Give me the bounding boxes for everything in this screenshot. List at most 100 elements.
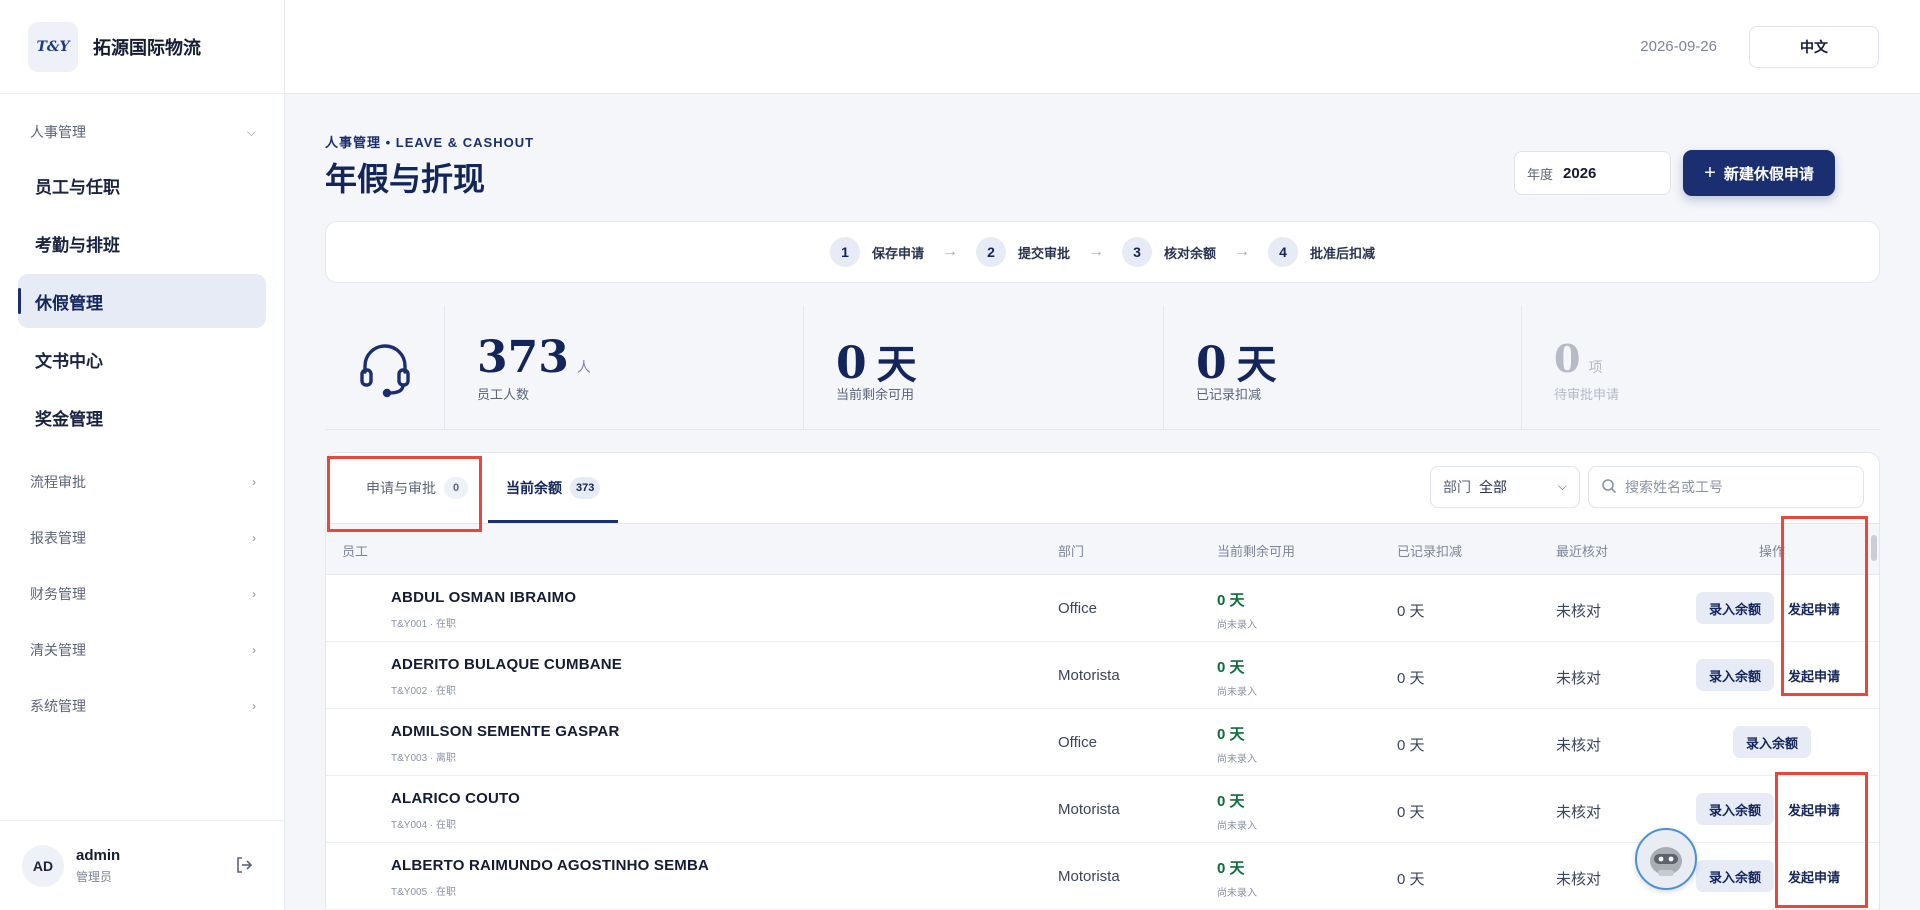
enter-balance-button[interactable]: 录入余额 bbox=[1733, 726, 1812, 758]
step-1: 1 保存申请 bbox=[829, 237, 924, 267]
enter-balance-button[interactable]: 录入余额 bbox=[1696, 793, 1775, 825]
step-label: 核对余额 bbox=[1164, 245, 1217, 261]
department-label: 部门 bbox=[1443, 479, 1471, 495]
sidebar-group-label: 财务管理 bbox=[30, 586, 86, 602]
chevron-right-icon: › bbox=[252, 475, 256, 489]
enter-balance-button[interactable]: 录入余额 bbox=[1696, 860, 1775, 892]
sidebar: T&Y 拓源国际物流 人事管理 ⌵ 员工与任职 考勤与排班 休假管理 文书中心 … bbox=[0, 0, 285, 910]
stat-value: 373 bbox=[477, 332, 569, 383]
sidebar-item-bonus[interactable]: 奖金管理 bbox=[18, 390, 266, 444]
arrow-right-icon: → bbox=[1088, 243, 1104, 260]
topbar: 2026-09-26 中文 bbox=[285, 0, 1920, 94]
department-select[interactable]: 部门 全部 ⌵ bbox=[1430, 466, 1580, 508]
page-title: 年假与折现 bbox=[325, 160, 486, 198]
stats-strip: 373 人 员工人数 0 天 当前剩余可用 0 天 已记录扣减 0 项 待审批申… bbox=[325, 306, 1880, 430]
brand-name: 拓源国际物流 bbox=[93, 37, 201, 58]
col-available: 当前剩余可用 bbox=[1217, 544, 1296, 559]
search-icon bbox=[1601, 478, 1617, 497]
available-note: 尚未录入 bbox=[1217, 687, 1257, 698]
employee-id-status: T&Y003 · 离职 bbox=[391, 753, 457, 764]
stat-deducted: 0 天 已记录扣减 bbox=[1163, 306, 1521, 430]
available-note: 尚未录入 bbox=[1217, 620, 1257, 631]
step-label: 保存申请 bbox=[871, 245, 924, 261]
new-leave-request-button[interactable]: + 新建休假申请 bbox=[1683, 150, 1835, 196]
step-number: 2 bbox=[975, 237, 1006, 267]
year-label: 年度 bbox=[1527, 166, 1554, 182]
sidebar-item-label: 奖金管理 bbox=[35, 409, 103, 429]
new-leave-request-label: 新建休假申请 bbox=[1723, 165, 1814, 183]
user-role: 管理员 bbox=[76, 869, 113, 884]
stat-label: 已记录扣减 bbox=[1196, 387, 1262, 402]
employee-dept: Motorista bbox=[1058, 868, 1120, 885]
search-box bbox=[1588, 466, 1864, 508]
search-input[interactable] bbox=[1625, 479, 1845, 495]
step-number: 3 bbox=[1122, 237, 1152, 267]
enter-balance-button[interactable]: 录入余额 bbox=[1696, 592, 1775, 624]
sidebar-item-attendance[interactable]: 考勤与排班 bbox=[18, 216, 266, 270]
stat-value: 0 bbox=[1196, 338, 1227, 389]
stat-value: 0 bbox=[1554, 336, 1581, 381]
check-status: 未核对 bbox=[1556, 804, 1602, 821]
employee-id-status: T&Y001 · 在职 bbox=[391, 619, 457, 630]
apply-leave-button[interactable]: 发起申请 bbox=[1788, 599, 1840, 618]
tab-balances[interactable]: 当前余额 373 bbox=[487, 453, 619, 523]
stat-label: 当前剩余可用 bbox=[836, 387, 915, 402]
enter-balance-button[interactable]: 录入余额 bbox=[1696, 659, 1775, 691]
sidebar-item-leave[interactable]: 休假管理 bbox=[18, 274, 266, 328]
year-selector[interactable]: 年度 2026 bbox=[1514, 151, 1671, 195]
employee-id-status: T&Y002 · 在职 bbox=[391, 686, 457, 697]
robot-assistant-icon[interactable] bbox=[1635, 828, 1697, 890]
headset-icon bbox=[325, 306, 445, 430]
logout-icon[interactable] bbox=[234, 855, 254, 880]
available-days: 0 天 bbox=[1217, 793, 1245, 810]
employee-dept: Office bbox=[1058, 734, 1097, 751]
table-header: 员工 部门 当前剩余可用 已记录扣减 最近核对 操作 bbox=[326, 523, 1879, 575]
process-steps: 1 保存申请 → 2 提交审批 → 3 核对余额 → 4 批准后扣减 bbox=[325, 221, 1880, 283]
chevron-right-icon: › bbox=[252, 587, 256, 601]
used-days: 0 天 bbox=[1397, 871, 1425, 888]
sidebar-group-finance[interactable]: 财务管理 › bbox=[0, 566, 284, 622]
tab-applications[interactable]: 申请与审批 0 bbox=[366, 453, 468, 523]
stat-unit: 天 bbox=[876, 341, 917, 388]
sidebar-group-customs[interactable]: 清关管理 › bbox=[0, 622, 284, 678]
chevron-right-icon: › bbox=[252, 699, 256, 713]
sidebar-group-reports[interactable]: 报表管理 › bbox=[0, 510, 284, 566]
stat-unit: 项 bbox=[1588, 359, 1603, 375]
sidebar-group-workflow[interactable]: 流程审批 › bbox=[0, 454, 284, 510]
sidebar-item-documents[interactable]: 文书中心 bbox=[18, 332, 266, 386]
tab-label: 当前余额 bbox=[506, 480, 562, 496]
sidebar-item-label: 休假管理 bbox=[35, 293, 103, 313]
employee-id-status: T&Y004 · 在职 bbox=[391, 820, 457, 831]
chevron-down-icon: ⌵ bbox=[246, 124, 256, 139]
apply-leave-button[interactable]: 发起申请 bbox=[1788, 867, 1840, 886]
table-row: ALARICO COUTO T&Y004 · 在职 Motorista 0 天 … bbox=[326, 776, 1879, 843]
user-name: admin bbox=[76, 846, 121, 864]
col-actions: 操作 bbox=[1759, 544, 1786, 559]
table-row: ADMILSON SEMENTE GASPAR T&Y003 · 离职 Offi… bbox=[326, 709, 1879, 776]
tab-bar: 申请与审批 0 当前余额 373 部门 全部 ⌵ bbox=[326, 453, 1879, 523]
count-badge: 0 bbox=[444, 477, 468, 499]
step-label: 批准后扣减 bbox=[1310, 245, 1376, 261]
arrow-right-icon: → bbox=[941, 243, 958, 260]
col-used: 已记录扣减 bbox=[1397, 544, 1463, 559]
plus-icon: + bbox=[1704, 161, 1716, 184]
employee-name: ABDUL OSMAN IBRAIMO bbox=[391, 589, 577, 606]
table-row: ABDUL OSMAN IBRAIMO T&Y001 · 在职 Office 0… bbox=[326, 575, 1879, 642]
sidebar-item-label: 考勤与排班 bbox=[35, 235, 120, 255]
breadcrumb: 人事管理 • LEAVE & CASHOUT bbox=[325, 135, 535, 150]
sidebar-group-system[interactable]: 系统管理 › bbox=[0, 678, 284, 734]
sidebar-group-hr[interactable]: 人事管理 ⌵ bbox=[0, 112, 284, 152]
stat-value: 0 bbox=[836, 338, 867, 389]
sidebar-item-employees[interactable]: 员工与任职 bbox=[18, 158, 266, 212]
col-employee: 员工 bbox=[342, 544, 369, 559]
scrollbar[interactable] bbox=[1871, 535, 1877, 561]
brand: T&Y 拓源国际物流 bbox=[0, 0, 284, 94]
step-label: 提交审批 bbox=[1017, 245, 1070, 261]
chevron-right-icon: › bbox=[252, 531, 256, 545]
apply-leave-button[interactable]: 发起申请 bbox=[1788, 666, 1840, 685]
language-button[interactable]: 中文 bbox=[1749, 26, 1879, 68]
sidebar-group-label: 流程审批 bbox=[30, 474, 86, 490]
step-2: 2 提交审批 bbox=[975, 237, 1070, 267]
apply-leave-button[interactable]: 发起申请 bbox=[1788, 800, 1840, 819]
user-box: AD admin 管理员 bbox=[0, 820, 284, 910]
